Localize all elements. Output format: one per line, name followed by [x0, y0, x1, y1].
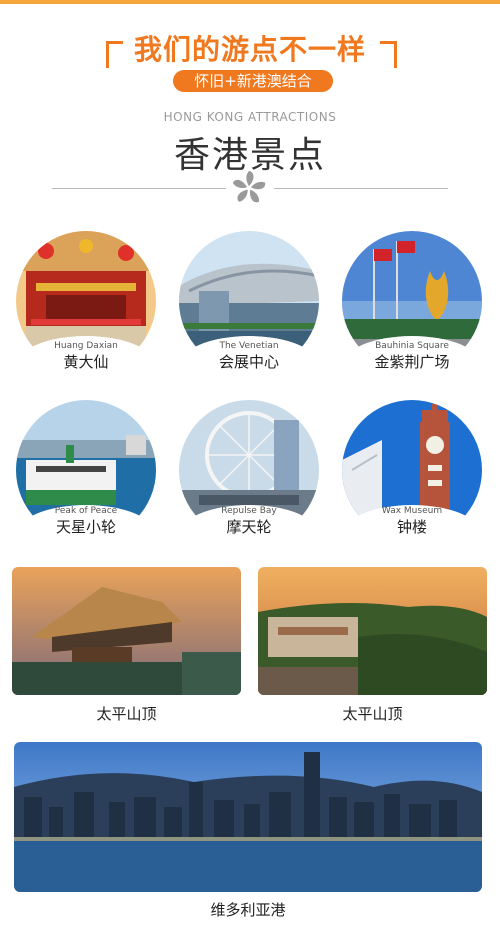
- convention-centre-photo: [179, 231, 319, 351]
- ferris-wheel-photo: [179, 400, 319, 520]
- card-label: 维多利亚港: [210, 901, 286, 919]
- attraction-card-peak-tower[interactable]: [12, 567, 241, 695]
- attraction-card-peak-view[interactable]: [258, 567, 487, 695]
- victoria-harbour-photo: [14, 742, 482, 892]
- attraction-card-star-ferry[interactable]: [16, 400, 156, 520]
- divider-left: [52, 188, 226, 189]
- card-english-label: Wax Museum: [381, 506, 443, 516]
- card-label: 太平山顶: [96, 705, 157, 723]
- card-chinese-label: 黄大仙: [63, 353, 109, 371]
- header-tagline: 怀旧+新港澳结合: [173, 70, 333, 92]
- star-ferry-photo: [16, 400, 156, 520]
- card-chinese-label: 天星小轮: [55, 518, 116, 536]
- card-chinese-label: 会展中心: [218, 353, 279, 371]
- card-chinese-label: 钟楼: [396, 518, 427, 536]
- card-english-label: Bauhinia Square: [375, 341, 449, 351]
- attraction-card-ferris-wheel[interactable]: [179, 400, 319, 520]
- attraction-card-victoria-harbour[interactable]: [14, 742, 482, 892]
- attraction-card-bauhinia-square[interactable]: [342, 231, 482, 351]
- bauhinia-square-photo: [342, 231, 482, 351]
- card-english-label: Huang Daxian: [54, 341, 118, 351]
- section-english-title: HONG KONG ATTRACTIONS: [163, 110, 337, 124]
- divider-right: [274, 188, 448, 189]
- attraction-card-huang-daxian[interactable]: [16, 231, 156, 351]
- card-english-label: Repulse Bay: [221, 506, 277, 516]
- attraction-card-convention-centre[interactable]: [179, 231, 319, 351]
- peak-tower-photo: [12, 567, 241, 695]
- header-title: 我们的游点不一样: [133, 33, 366, 66]
- card-english-label: The Venetian: [219, 341, 279, 351]
- card-label: 太平山顶: [342, 705, 403, 723]
- clock-tower-photo: [342, 400, 482, 520]
- card-chinese-label: 金紫荆广场: [374, 353, 450, 371]
- attraction-card-clock-tower[interactable]: [342, 400, 482, 520]
- peak-view-photo: [258, 567, 487, 695]
- top-accent-line: [0, 0, 500, 4]
- card-chinese-label: 摩天轮: [226, 518, 272, 536]
- bauhinia-flower-icon: [232, 171, 266, 203]
- temple-photo: [16, 231, 156, 351]
- card-english-label: Peak of Peace: [54, 506, 118, 516]
